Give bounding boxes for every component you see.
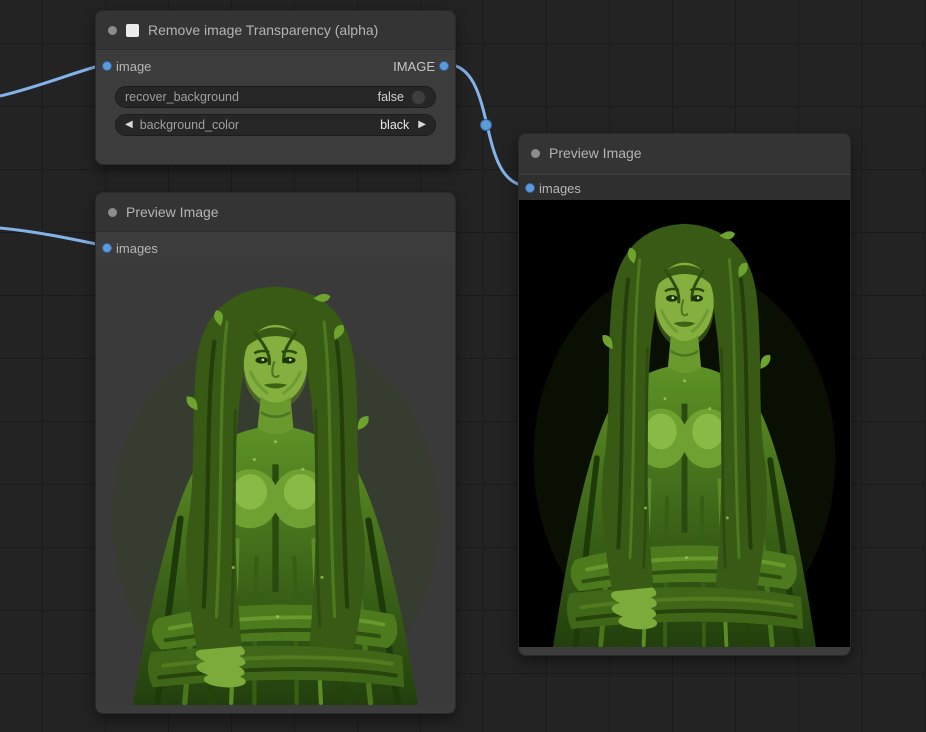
node-header[interactable]: Remove image Transparency (alpha) xyxy=(96,11,455,50)
node-title: Preview Image xyxy=(549,145,642,161)
node-title: Remove image Transparency (alpha) xyxy=(148,22,378,38)
toggle-knob[interactable] xyxy=(411,90,426,105)
widget-value: false xyxy=(378,90,404,104)
widget-label: recover_background xyxy=(125,90,239,104)
output-port-image[interactable] xyxy=(439,61,449,71)
node-graph-canvas[interactable]: Remove image Transparency (alpha) image … xyxy=(0,0,926,732)
io-row: image IMAGE xyxy=(96,52,455,80)
link-to-image-input xyxy=(0,64,106,96)
link-midpoint-dot[interactable] xyxy=(481,120,492,131)
widget-background-color[interactable]: ◀ background_color black ▶ xyxy=(115,114,436,136)
widget-recover-background[interactable]: recover_background false xyxy=(115,86,436,108)
collapse-dot-icon[interactable] xyxy=(531,149,540,158)
input-port-image[interactable] xyxy=(102,61,112,71)
green-woman-artwork xyxy=(96,263,455,705)
node-preview-image-left[interactable]: Preview Image images xyxy=(95,192,456,714)
node-remove-image-transparency[interactable]: Remove image Transparency (alpha) image … xyxy=(95,10,456,165)
input-label: image xyxy=(116,59,151,74)
input-label: images xyxy=(539,181,581,196)
node-preview-image-right[interactable]: Preview Image images xyxy=(518,133,851,656)
input-port-images[interactable] xyxy=(102,243,112,253)
io-row: images xyxy=(96,234,455,262)
link-image-to-preview-right xyxy=(445,64,529,186)
input-port-images[interactable] xyxy=(525,183,535,193)
link-to-images-input-left xyxy=(0,228,106,246)
io-row: images xyxy=(519,175,850,201)
widget-label: background_color xyxy=(140,118,239,132)
node-badge-icon xyxy=(126,24,139,37)
preview-image-black-background xyxy=(519,200,850,647)
node-header[interactable]: Preview Image xyxy=(519,134,850,173)
arrow-left-icon[interactable]: ◀ xyxy=(125,120,133,130)
collapse-dot-icon[interactable] xyxy=(108,26,117,35)
green-woman-artwork xyxy=(519,200,850,647)
preview-image-gray-background xyxy=(96,263,455,705)
input-label: images xyxy=(116,241,158,256)
collapse-dot-icon[interactable] xyxy=(108,208,117,217)
output-label: IMAGE xyxy=(393,59,435,74)
node-title: Preview Image xyxy=(126,204,219,220)
arrow-right-icon[interactable]: ▶ xyxy=(418,120,426,130)
node-header[interactable]: Preview Image xyxy=(96,193,455,232)
widget-value: black xyxy=(380,118,409,132)
